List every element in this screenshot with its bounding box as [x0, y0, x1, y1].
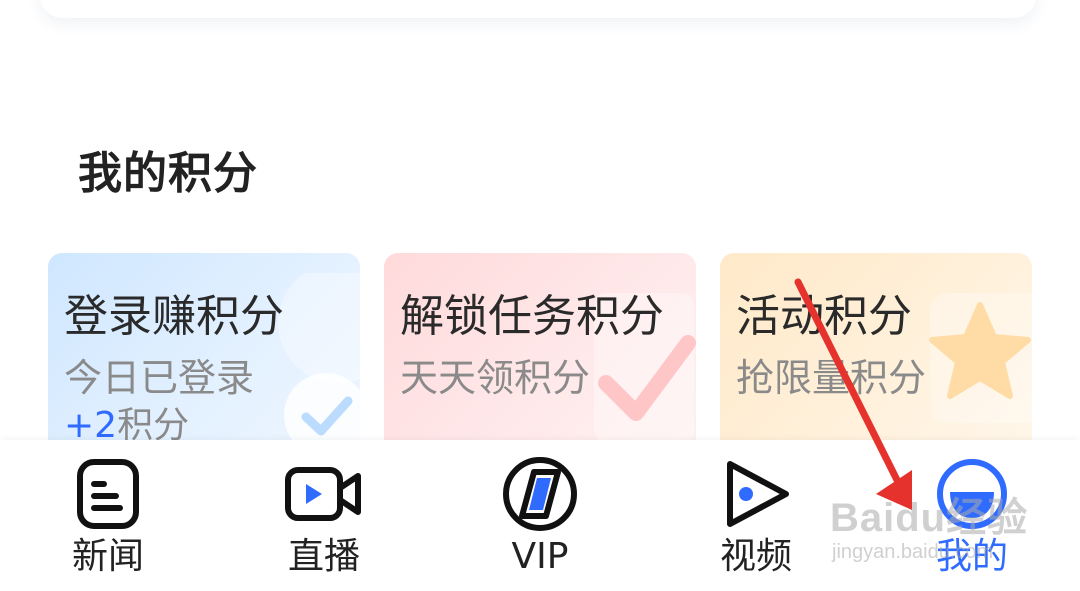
points-cards: 登录赚积分 今日已登录 +2积分 解锁任务积分 天天领积分 活动积分 抢限量积分	[48, 253, 1032, 453]
card-title: 活动积分	[736, 291, 912, 342]
nav-item-video[interactable]: 视频	[666, 440, 846, 591]
nav-label: 视频	[719, 536, 792, 577]
nav-label: 直播	[287, 536, 360, 577]
card-title: 登录赚积分	[64, 291, 284, 342]
task-points-card[interactable]: 解锁任务积分 天天领积分	[384, 253, 696, 453]
news-icon	[77, 459, 139, 529]
card-subtitle: 抢限量积分	[736, 356, 927, 400]
star-decoration-icon	[929, 293, 1032, 423]
page: 我的积分 登录赚积分 今日已登录 +2积分 解锁任务积分 天天领积分 活动积分 …	[0, 0, 1080, 591]
vip-icon	[503, 457, 577, 531]
nav-label: 新闻	[71, 536, 144, 577]
activity-points-card[interactable]: 活动积分 抢限量积分	[720, 253, 1032, 453]
nav-label: VIP	[511, 536, 569, 577]
video-play-icon	[727, 461, 789, 527]
section-title: 我的积分	[78, 148, 258, 199]
nav-item-vip[interactable]: VIP	[450, 440, 630, 591]
top-card	[40, 0, 1036, 18]
watermark-url: jingyan.baidu.com	[832, 541, 994, 563]
live-camera-icon	[285, 467, 361, 521]
card-title: 解锁任务积分	[400, 291, 664, 342]
nav-item-live[interactable]: 直播	[234, 440, 414, 591]
card-subtitle: 天天领积分	[400, 356, 591, 400]
login-points-card[interactable]: 登录赚积分 今日已登录 +2积分	[48, 253, 360, 453]
card-subtitle: 今日已登录	[64, 356, 255, 400]
nav-item-news[interactable]: 新闻	[18, 440, 198, 591]
watermark: Baidu经验	[830, 496, 1029, 540]
